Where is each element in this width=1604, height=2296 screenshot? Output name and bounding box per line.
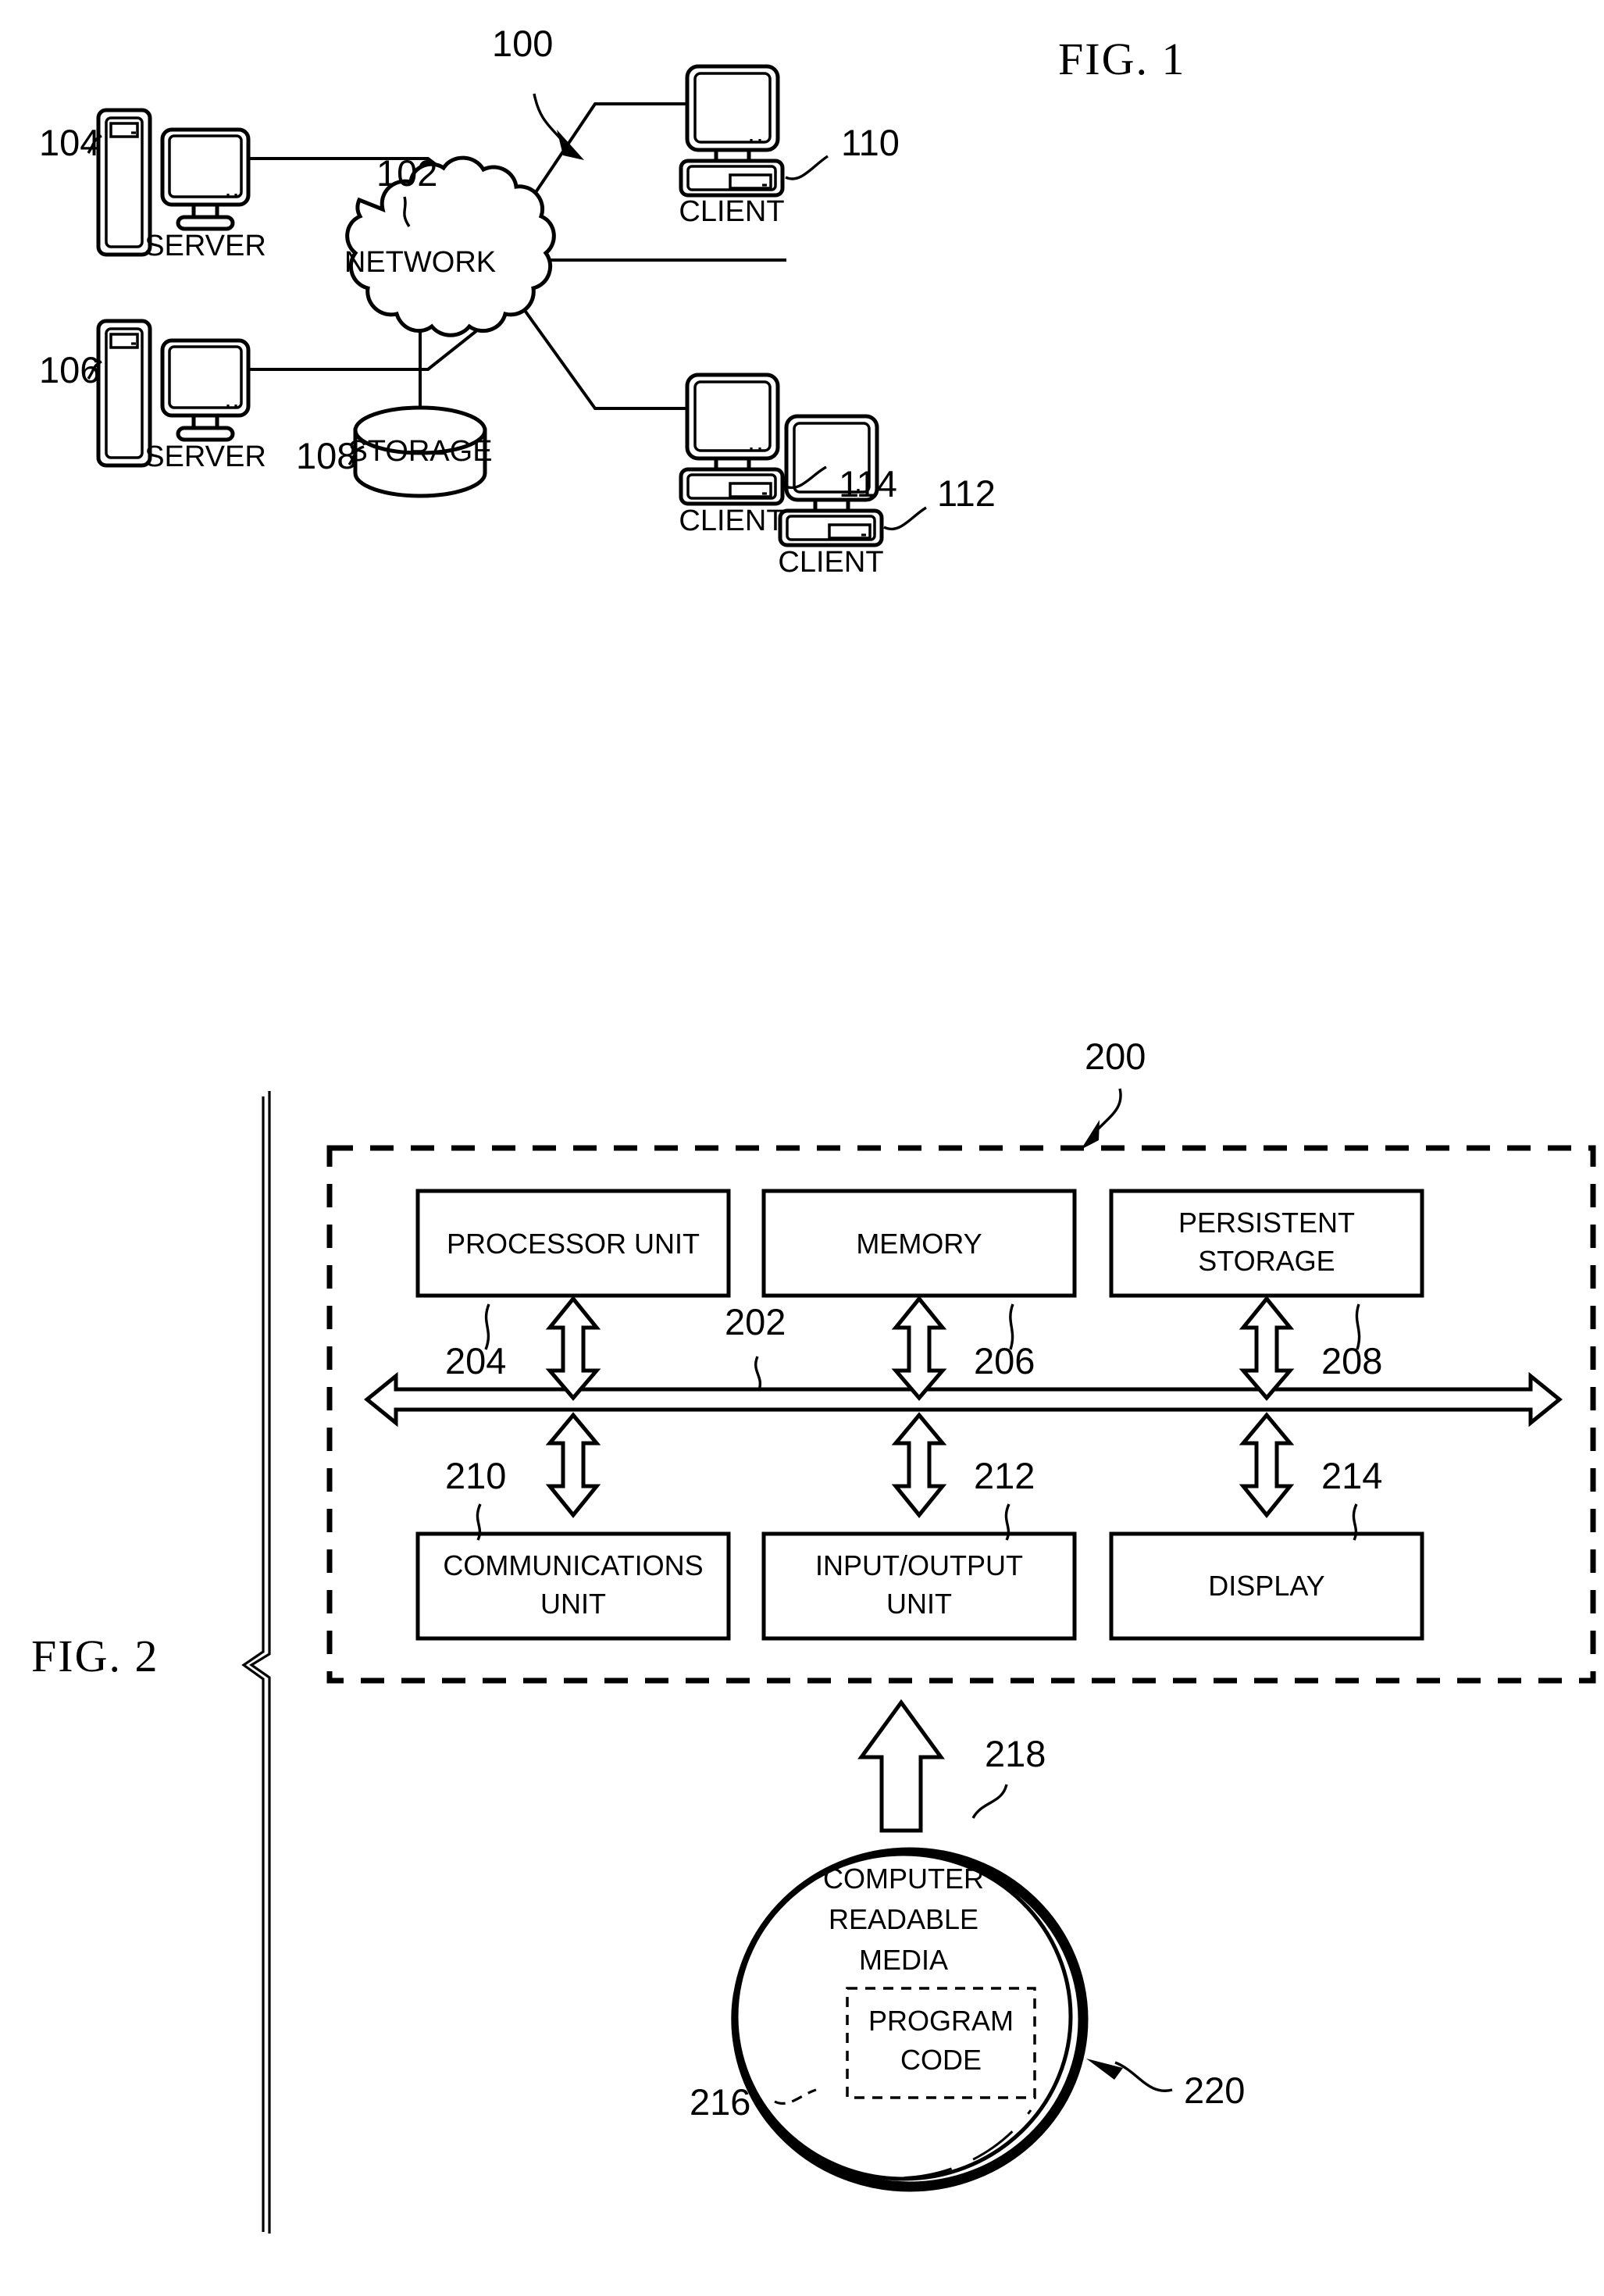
media-label-line3: MEDIA bbox=[859, 1944, 948, 1976]
client-110-ref-leader bbox=[785, 155, 829, 180]
program-code-label-line1: PROGRAM bbox=[868, 2005, 1014, 2037]
client-110-ref-number: 110 bbox=[841, 122, 900, 163]
memory-ref-leader bbox=[1009, 1303, 1014, 1350]
disc-ref-leader bbox=[1114, 2061, 1173, 2092]
block-communications-unit: COMMUNICATIONS UNIT bbox=[415, 1531, 731, 1641]
input-output-unit-label-line1: INPUT/OUTPUT bbox=[815, 1549, 1023, 1581]
processor-unit-label: PROCESSOR UNIT bbox=[447, 1228, 700, 1260]
system-bus bbox=[364, 1371, 1563, 1428]
disc-ref-arrowhead bbox=[1086, 2059, 1123, 2080]
server-104: SERVER bbox=[96, 108, 266, 262]
client-110-label: CLIENT bbox=[679, 195, 784, 228]
communications-unit-label-line1: COMMUNICATIONS bbox=[443, 1549, 703, 1581]
network-label: NETWORK bbox=[344, 246, 496, 279]
bus-connector-arrows-bottom bbox=[545, 1412, 1295, 1518]
server-106: SERVER bbox=[96, 319, 266, 473]
system-bus-ref-number: 202 bbox=[725, 1301, 786, 1342]
client-112-ref-number: 112 bbox=[937, 472, 996, 514]
persistent-storage-label-line1: PERSISTENT bbox=[1178, 1207, 1355, 1239]
communications-unit-label-line2: UNIT bbox=[540, 1588, 606, 1620]
fig1-diagram-number: 100 bbox=[492, 23, 553, 64]
display-label: DISPLAY bbox=[1208, 1570, 1324, 1602]
server-106-ref-number: 106 bbox=[39, 349, 100, 390]
block-display: DISPLAY bbox=[1109, 1531, 1424, 1641]
patent-drawing-canvas: FIG. 1 100 NETWORK 102 SERVER 104 SERVER… bbox=[31, 23, 1596, 2234]
communications-unit-ref-number: 210 bbox=[445, 1455, 506, 1496]
input-output-unit-ref-number: 212 bbox=[974, 1455, 1035, 1496]
client-112-label: CLIENT bbox=[778, 546, 883, 579]
server-104-label: SERVER bbox=[144, 230, 266, 262]
display-ref-number: 214 bbox=[1321, 1455, 1382, 1496]
program-code-transfer-arrow bbox=[857, 1699, 945, 1833]
storage-label: STORAGE bbox=[348, 435, 492, 468]
fig1-title: FIG. 1 bbox=[1058, 34, 1185, 84]
client-110: CLIENT bbox=[679, 64, 785, 228]
memory-label: MEMORY bbox=[856, 1228, 982, 1260]
block-input-output-unit: INPUT/OUTPUT UNIT bbox=[761, 1531, 1077, 1641]
persistent-storage-ref-number: 208 bbox=[1321, 1340, 1382, 1382]
client-114-label: CLIENT bbox=[679, 504, 784, 537]
fig2-title: FIG. 2 bbox=[31, 1631, 159, 1681]
media-label-line1: COMPUTER bbox=[823, 1863, 984, 1895]
fig2-diagram-number: 200 bbox=[1085, 1036, 1146, 1077]
block-processor-unit: PROCESSOR UNIT bbox=[415, 1189, 731, 1298]
fig2-diagram-arrowhead bbox=[1081, 1120, 1100, 1150]
storage-cylinder-108: STORAGE bbox=[348, 405, 493, 498]
media-label-line2: READABLE bbox=[829, 1903, 978, 1935]
computer-readable-media-ref-number: 218 bbox=[985, 1733, 1046, 1774]
block-persistent-storage: PERSISTENT STORAGE bbox=[1109, 1189, 1424, 1298]
program-code-ref-number: 216 bbox=[690, 2081, 750, 2123]
memory-ref-number: 206 bbox=[974, 1340, 1035, 1382]
storage-ref-number: 108 bbox=[296, 435, 357, 476]
server-104-ref-number: 104 bbox=[39, 122, 100, 163]
input-output-unit-label-line2: UNIT bbox=[886, 1588, 952, 1620]
client-114: CLIENT bbox=[679, 373, 785, 537]
fig2-brace bbox=[241, 1091, 271, 2234]
network-ref-number: 102 bbox=[376, 152, 437, 194]
block-memory: MEMORY bbox=[761, 1189, 1077, 1298]
processor-unit-ref-number: 204 bbox=[445, 1340, 506, 1382]
client-114-ref-number: 114 bbox=[839, 463, 897, 504]
disc-ref-number: 220 bbox=[1184, 2070, 1245, 2111]
server-106-label: SERVER bbox=[144, 440, 266, 473]
patent-figure-sheet: FIG. 1 100 NETWORK 102 SERVER 104 SERVER… bbox=[0, 0, 1604, 2296]
program-code-label-line2: CODE bbox=[900, 2044, 982, 2076]
bus-connector-arrows-top bbox=[545, 1296, 1295, 1401]
system-bus-ref-leader bbox=[754, 1356, 762, 1391]
computer-readable-media-ref-leader bbox=[971, 1784, 1008, 1819]
client-112-ref-leader bbox=[883, 506, 927, 530]
persistent-storage-label-line2: STORAGE bbox=[1198, 1245, 1335, 1277]
